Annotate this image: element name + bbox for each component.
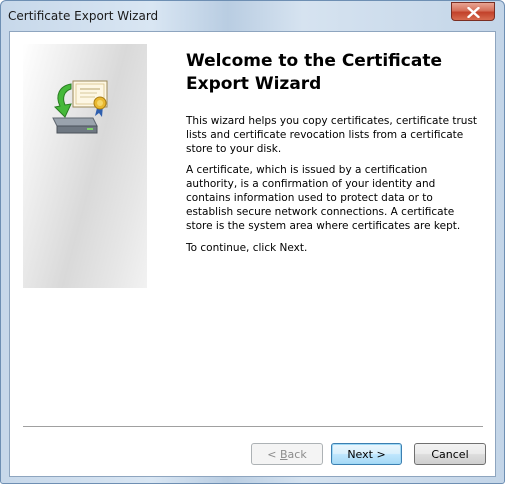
certificate-export-icon: [52, 80, 108, 134]
back-button[interactable]: < Back: [251, 443, 323, 465]
back-button-rest: ack: [287, 447, 307, 461]
side-banner: [23, 44, 147, 288]
back-button-prefix: <: [267, 447, 280, 461]
wizard-window: Certificate Export Wizard Welcome to the…: [0, 0, 505, 484]
intro-paragraph: This wizard helps you copy certificates,…: [186, 115, 478, 155]
cancel-button[interactable]: Cancel: [414, 443, 486, 465]
next-button[interactable]: Next >: [331, 443, 402, 465]
title-bar[interactable]: Certificate Export Wizard: [1, 1, 504, 31]
window-title: Certificate Export Wizard: [8, 9, 159, 23]
page-heading: Welcome to the Certificate Export Wizard: [186, 51, 442, 94]
back-button-accelerator: B: [280, 447, 288, 461]
close-icon: [467, 7, 480, 18]
button-separator: [23, 426, 483, 428]
wizard-content: Welcome to the Certificate Export Wizard…: [9, 31, 496, 477]
continue-instruction: To continue, click Next.: [186, 242, 308, 254]
close-button[interactable]: [451, 2, 495, 21]
certificate-description-paragraph: A certificate, which is issued by a cert…: [186, 164, 461, 232]
